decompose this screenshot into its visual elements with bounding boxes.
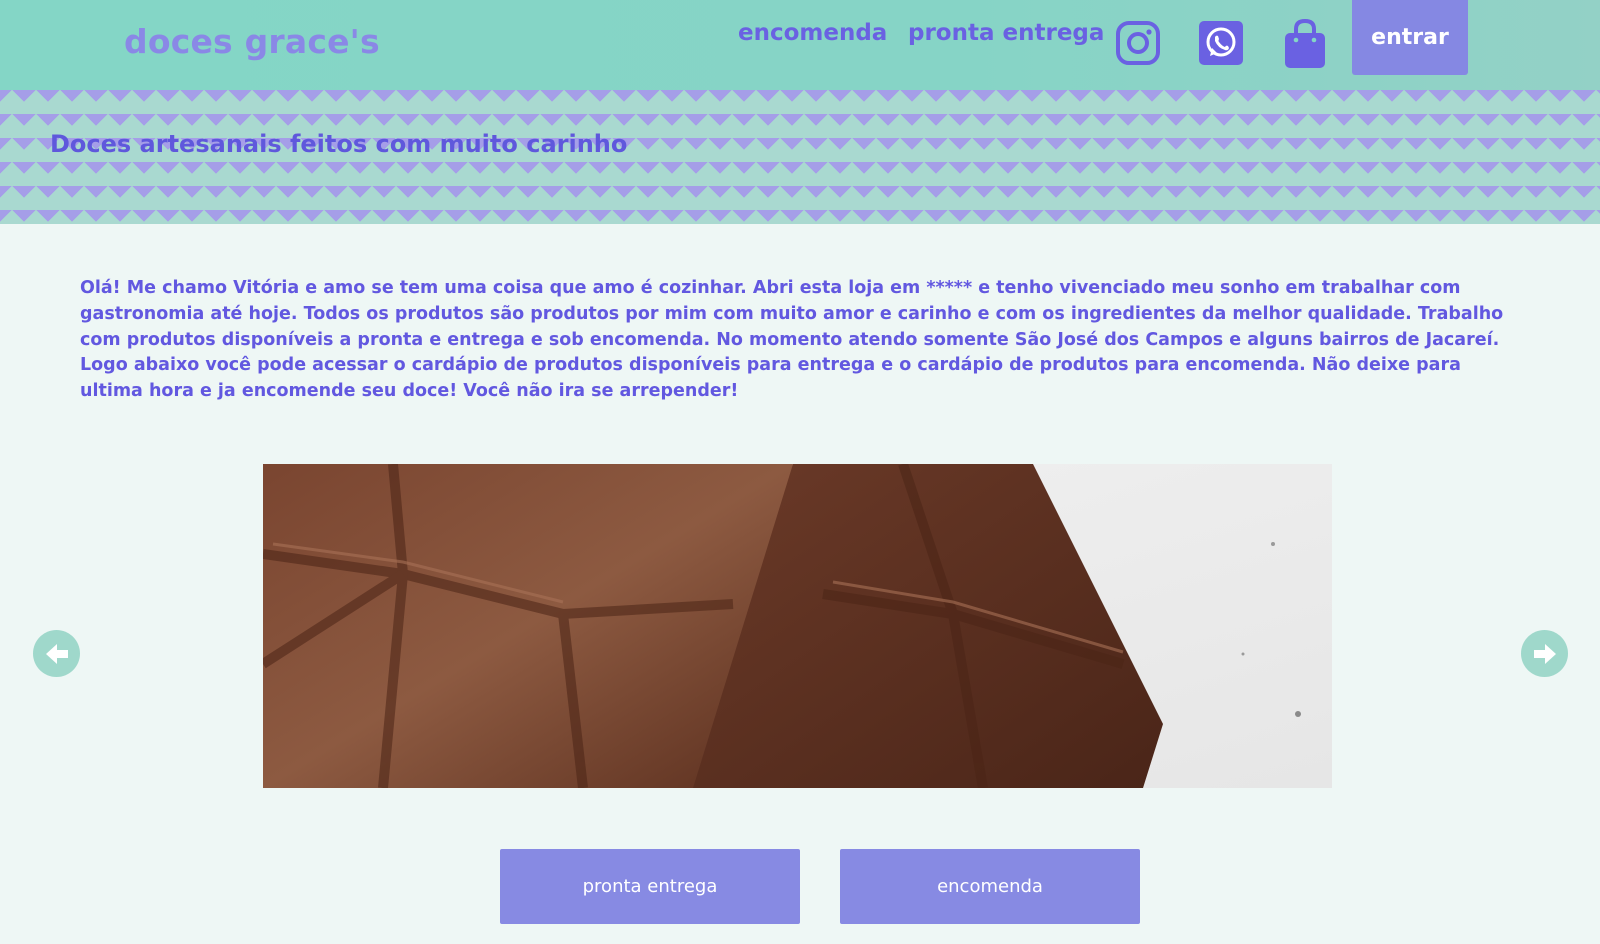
site-header: doces grace's encomenda pronta entrega e… <box>0 0 1600 90</box>
shopping-bag-icon[interactable] <box>1282 18 1328 70</box>
encomenda-button[interactable]: encomenda <box>840 849 1140 924</box>
arrow-left-icon <box>45 643 68 664</box>
instagram-icon[interactable] <box>1115 20 1161 66</box>
pronta-entrega-button[interactable]: pronta entrega <box>500 849 800 924</box>
carousel-prev-button[interactable] <box>33 630 80 677</box>
login-button[interactable]: entrar <box>1352 0 1468 75</box>
arrow-right-icon <box>1533 643 1556 664</box>
brand-logo[interactable]: doces grace's <box>124 22 380 61</box>
carousel-next-button[interactable] <box>1521 630 1568 677</box>
hero-banner: Doces artesanais feitos com muito carinh… <box>0 90 1600 224</box>
carousel-image <box>263 464 1332 788</box>
nav-encomenda[interactable]: encomenda <box>738 20 887 46</box>
intro-text: Olá! Me chamo Vitória e amo se tem uma c… <box>80 278 1504 402</box>
whatsapp-icon[interactable] <box>1198 20 1244 66</box>
banner-tagline: Doces artesanais feitos com muito carinh… <box>50 130 628 158</box>
chocolate-bar-photo <box>263 464 1332 788</box>
nav-pronta-entrega[interactable]: pronta entrega <box>908 20 1104 46</box>
